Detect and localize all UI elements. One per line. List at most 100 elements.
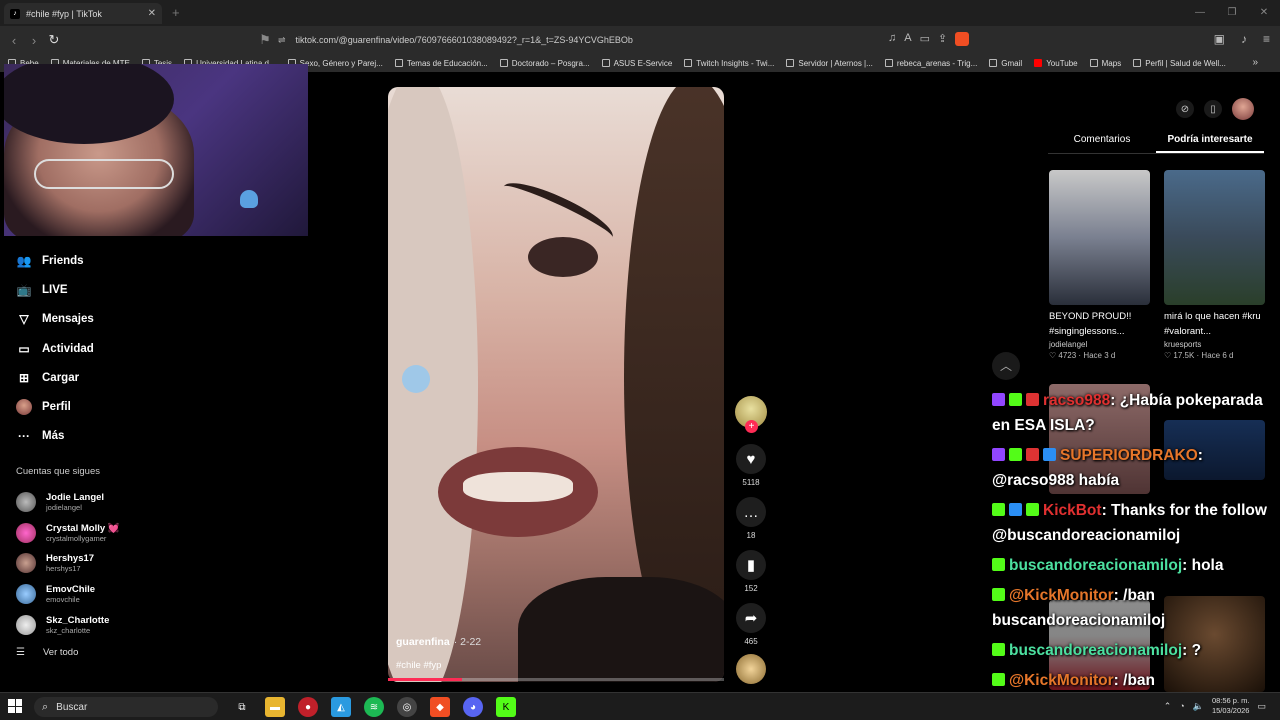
chat-message: KickBot: Thanks for the follow @buscando… [992,498,1280,548]
windows-taskbar: ⌕ Buscar ⧉ ▬ ● ◭ ≋ ◎ ◆ ◕ K ⌃ ◔ 🔈 08:56 p… [0,692,1280,720]
video-tags[interactable]: #chile #fyp [396,660,441,671]
more-bookmarks-icon[interactable]: » [1252,57,1258,68]
share-arrow-icon[interactable]: ➦ [736,603,766,633]
share-action[interactable]: ➦ 465 [734,603,768,646]
clock[interactable]: 08:56 p. m. 15/03/2026 [1212,696,1250,716]
following-item[interactable]: Crystal Molly 💓 crystalmollygamer [16,518,120,549]
browser-tab[interactable]: ♪ #chile #fyp | TikTok ✕ [4,3,162,24]
recommended-card[interactable]: BEYOND PROUD!! #singinglessons... jodiel… [1049,170,1150,360]
following-item[interactable]: EmovChile emovchile [16,579,120,610]
music-disc-icon[interactable] [736,654,766,684]
new-tab-button[interactable]: + [172,5,180,20]
chat-badge-icon [1026,503,1039,516]
minimize-button[interactable]: — [1184,0,1216,26]
screen-icon[interactable]: ▭ [920,32,930,46]
no-sound-icon[interactable]: ♫ [888,32,896,46]
bookmark-item[interactable]: Temas de Educación... [394,59,488,68]
chat-badge-icon [1026,393,1039,406]
video-author[interactable]: guarenfina [396,636,450,648]
compass-icon[interactable]: ⊘ [1176,100,1194,118]
site-info-icon[interactable]: ⇌ [278,35,286,46]
close-window-button[interactable]: ✕ [1248,0,1280,26]
friends-icon: 👥 [16,253,32,268]
kick-icon[interactable]: K [496,697,516,717]
bookmark-item[interactable]: Servidor | Aternos |... [786,59,873,68]
sidebar-item-live[interactable]: 📺 LIVE [16,275,94,304]
follow-plus-icon[interactable]: + [745,420,758,433]
windows-start-icon[interactable] [8,699,22,713]
bookmark-item[interactable]: Maps [1089,59,1121,68]
video-player[interactable] [388,87,724,682]
back-button[interactable]: ‹ [4,33,24,48]
video-date: 2-22 [460,636,482,648]
like-action[interactable]: ♥ 5118 [734,444,768,487]
following-handle: emovchile [46,595,80,605]
bookmark-item[interactable]: ASUS E-Service [601,59,672,68]
tab-recommended[interactable]: Podría interesarte [1156,134,1264,153]
creator-avatar[interactable]: + [735,396,767,433]
bookmark-item[interactable]: Twitch Insights - Twi... [684,59,774,68]
chat-text: : ? [1182,642,1202,659]
chat-badge-icon [992,643,1005,656]
maximize-button[interactable]: ❐ [1216,0,1248,26]
heart-icon[interactable]: ♥ [736,444,766,474]
sidebar-item-friends[interactable]: 👥 Friends [16,246,94,275]
comment-icon[interactable]: … [736,497,766,527]
tab-comments[interactable]: Comentarios [1048,134,1156,153]
recommended-card[interactable]: mirá lo que hacen #kru #valorant... krue… [1164,170,1265,360]
app-icon[interactable]: ◭ [331,697,351,717]
share-icon[interactable]: ⇪ [938,32,947,46]
video-cheek-mark [402,365,430,393]
save-action[interactable]: ▮ 152 [734,550,768,593]
obs-icon[interactable]: ◎ [397,697,417,717]
file-explorer-icon[interactable]: ▬ [265,697,285,717]
brave-shield-icon[interactable] [955,32,970,46]
bookmark-item[interactable]: YouTube [1034,59,1078,68]
taskbar-search[interactable]: ⌕ Buscar [34,697,218,717]
following-item[interactable]: Hershys17 hershys17 [16,548,120,579]
brave-icon[interactable]: ◆ [430,697,450,717]
bookmark-save-icon[interactable]: ▮ [736,550,766,580]
discord-icon[interactable]: ◕ [463,697,483,717]
device-icon[interactable]: ▯ [1204,100,1222,118]
following-item[interactable]: Skz_Charlotte skz_charlotte [16,609,120,640]
comment-action[interactable]: … 18 [734,497,768,540]
bookmark-item[interactable]: rebeca_arenas - Trig... [884,59,977,68]
sidebar-item-messages[interactable]: ▽ Mensajes [16,305,93,334]
bookmark-item[interactable]: Gmail [989,59,1022,68]
task-view-icon[interactable]: ⧉ [232,697,252,717]
see-all-link[interactable]: ☰ Ver todo [16,647,78,658]
sidebar-item-upload[interactable]: ⊞ Cargar [16,363,94,392]
translate-icon[interactable]: A [904,32,911,46]
user-avatar[interactable] [1232,98,1254,120]
spotify-icon[interactable]: ≋ [364,697,384,717]
bookmark-item[interactable]: Doctorado – Posgra... [499,59,590,68]
close-tab-icon[interactable]: ✕ [148,8,156,19]
chat-username: racso988 [1043,392,1111,409]
forward-button[interactable]: › [24,33,44,48]
notifications-icon[interactable]: ▭ [1257,701,1266,712]
sidebar-item-activity[interactable]: ▭ Actividad [16,334,94,363]
menu-icon[interactable]: ≡ [1263,32,1270,46]
following-item[interactable]: Jodie Langel jodielangel [16,487,120,518]
tab-title: #chile #fyp | TikTok [26,8,102,19]
scroll-up-button[interactable]: ︿ [992,352,1020,380]
card-title: BEYOND PROUD!! #singinglessons... [1049,311,1132,337]
reload-button[interactable]: ↻ [44,32,64,48]
sidebar-item-more[interactable]: ··· Más [16,422,94,451]
network-icon[interactable]: ◔ [1179,701,1184,711]
taskbar-apps: ⧉ ▬ ● ◭ ≋ ◎ ◆ ◕ K [232,697,516,717]
video-progress-bar[interactable] [388,678,724,681]
bookmark-icon[interactable]: ⚑ [255,32,275,48]
card-stats: ♡ 4723 · Hace 3 d [1049,351,1116,360]
chat-username: buscandoreacionamiloj [1009,642,1183,659]
chevron-up-icon[interactable]: ⌃ [1164,701,1172,712]
bookmark-item[interactable]: Perfil | Salud de Well... [1133,59,1226,68]
app-icon[interactable]: ● [298,697,318,717]
chat-badge-icon [992,393,1005,406]
media-icon[interactable]: ♪ [1241,32,1247,46]
clock-date: 15/03/2026 [1211,706,1250,715]
volume-icon[interactable]: 🔈 [1193,701,1204,712]
wallet-icon[interactable]: ▣ [1214,32,1225,46]
sidebar-item-profile[interactable]: Perfil [16,392,94,421]
